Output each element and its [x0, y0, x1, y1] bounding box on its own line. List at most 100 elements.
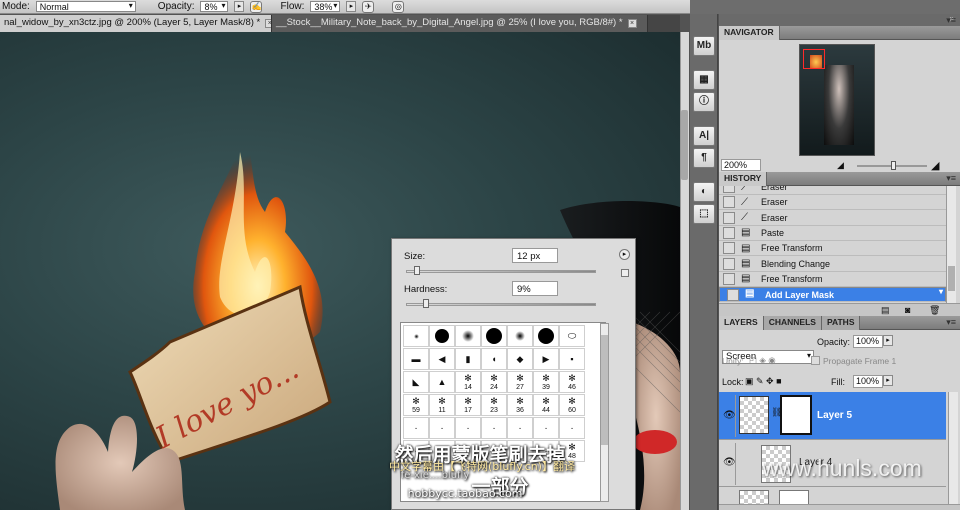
new-document-icon[interactable]: ▤: [881, 305, 890, 316]
close-icon[interactable]: ×: [265, 19, 271, 28]
brush-tip[interactable]: ▮: [455, 348, 481, 370]
image-icon[interactable]: ▦: [693, 70, 715, 90]
airbrush-icon[interactable]: ✈: [362, 0, 375, 13]
layer-mask-thumbnail[interactable]: [780, 395, 812, 435]
clone-source-icon[interactable]: ⬚: [693, 204, 715, 224]
brush-tip[interactable]: ◆: [507, 348, 533, 370]
panel-menu-icon[interactable]: ▾≡: [946, 173, 956, 184]
propagate-checkbox[interactable]: [811, 356, 820, 365]
zoom-input[interactable]: 200%: [721, 159, 761, 171]
brush-tip[interactable]: ◖: [481, 348, 507, 370]
history-source-checkbox[interactable]: [727, 288, 739, 301]
history-item[interactable]: ⟋ Eraser: [719, 195, 946, 211]
brush-tip[interactable]: ✻ 11: [429, 394, 455, 416]
trash-icon[interactable]: 🗑: [929, 305, 940, 316]
opacity-slider-button[interactable]: ▸: [234, 1, 245, 12]
brush-tip[interactable]: ◣: [403, 371, 429, 393]
zoom-out-icon[interactable]: ◢: [837, 160, 844, 171]
paragraph-icon[interactable]: ¶: [693, 148, 715, 168]
fill-slider-button[interactable]: ▸: [883, 375, 893, 386]
hardness-slider-knob[interactable]: [423, 299, 430, 308]
brush-tip[interactable]: ✻ 60: [559, 394, 585, 416]
mode-select[interactable]: Normal: [35, 1, 136, 12]
brush-tip[interactable]: [429, 325, 455, 347]
history-source-checkbox[interactable]: [723, 226, 735, 239]
brush-tip[interactable]: ▶: [533, 348, 559, 370]
history-item[interactable]: ▤ Add Layer Mask: [719, 287, 946, 303]
history-item[interactable]: ▤ Paste: [719, 226, 946, 241]
history-source-checkbox[interactable]: [723, 242, 735, 255]
brush-grid-scroll-thumb[interactable]: [601, 335, 608, 445]
eye-icon[interactable]: 👁: [723, 410, 736, 421]
history-item[interactable]: ⟋ Eraser: [719, 186, 946, 195]
layer-thumbnail[interactable]: [739, 396, 769, 434]
brush-tip[interactable]: ✻ 17: [455, 394, 481, 416]
size-slider-knob[interactable]: [413, 266, 420, 275]
brush-tip[interactable]: ⬭: [559, 325, 585, 347]
history-scroll-thumb[interactable]: [948, 266, 955, 291]
brush-tip[interactable]: ✻ 24: [481, 371, 507, 393]
new-preset-icon[interactable]: [621, 269, 629, 277]
tab-nal-widow[interactable]: nal_widow_by_xn3ctz.jpg @ 200% (Layer 5,…: [0, 15, 272, 32]
close-icon[interactable]: ×: [627, 19, 637, 28]
history-source-checkbox[interactable]: [723, 272, 735, 285]
history-source-checkbox[interactable]: [723, 196, 735, 209]
layer-opacity-slider-button[interactable]: ▸: [883, 335, 893, 346]
tab-history[interactable]: HISTORY: [719, 172, 768, 186]
history-scrollbar[interactable]: [946, 186, 956, 303]
brush-tip[interactable]: [507, 325, 533, 347]
brush-tip[interactable]: ·: [481, 417, 507, 439]
canvas-vertical-scrollbar[interactable]: [680, 32, 689, 510]
tab-military-note[interactable]: __Stock__Military_Note_back_by_Digital_A…: [272, 15, 648, 32]
brush-tip[interactable]: ✻ 39: [533, 371, 559, 393]
brush-tip[interactable]: ✻ 44: [533, 394, 559, 416]
flow-slider-button[interactable]: ▸: [346, 1, 357, 12]
new-snapshot-icon[interactable]: ◙: [905, 305, 910, 315]
navigator-view-box[interactable]: [803, 49, 825, 69]
layer-row[interactable]: 👁 ⛓ Layer 5: [719, 392, 946, 440]
layer-opacity-input[interactable]: 100%: [853, 335, 883, 348]
panel-collapse-bar[interactable]: »: [719, 14, 960, 26]
brush-tip[interactable]: ✻ 46: [559, 371, 585, 393]
zoom-in-icon[interactable]: ◢: [931, 159, 939, 172]
history-source-checkbox[interactable]: [723, 257, 735, 270]
brush-tip[interactable]: ·: [533, 417, 559, 439]
mini-bridge-icon[interactable]: Mb: [693, 36, 715, 56]
brush-tip[interactable]: ·: [429, 417, 455, 439]
brush-tip[interactable]: ·: [455, 417, 481, 439]
brush-tip[interactable]: ✻ 36: [507, 394, 533, 416]
tab-navigator[interactable]: NAVIGATOR: [719, 26, 780, 40]
brush-tip[interactable]: [533, 325, 559, 347]
brush-tip[interactable]: ✻ 14: [455, 371, 481, 393]
history-item[interactable]: ⟋ Eraser: [719, 211, 946, 226]
hardness-slider[interactable]: [406, 303, 596, 306]
opacity-input[interactable]: 8%: [200, 1, 229, 12]
brush-tip[interactable]: ·: [403, 417, 429, 439]
picker-menu-icon[interactable]: ▸: [619, 249, 630, 260]
tab-paths[interactable]: PATHS: [821, 316, 861, 330]
fill-input[interactable]: 100%: [853, 375, 883, 388]
tab-layers[interactable]: LAYERS: [719, 316, 764, 330]
brush-tip[interactable]: ·: [559, 417, 585, 439]
brush-tip[interactable]: ·: [507, 417, 533, 439]
brush-tip[interactable]: ✻ 59: [403, 394, 429, 416]
brush-tip[interactable]: ✻ 23: [481, 394, 507, 416]
brush-tip[interactable]: [481, 325, 507, 347]
history-item[interactable]: ▤ Free Transform: [719, 272, 946, 287]
info-icon[interactable]: ⓘ: [693, 92, 715, 112]
brush-tip[interactable]: ▪: [559, 348, 585, 370]
scrollbar-thumb[interactable]: [681, 110, 688, 180]
brush-tip[interactable]: ▬: [403, 348, 429, 370]
brush-tip[interactable]: [455, 325, 481, 347]
brush-tip[interactable]: ▲: [429, 371, 455, 393]
eye-icon[interactable]: 👁: [723, 457, 736, 468]
zoom-slider-knob[interactable]: [891, 161, 896, 170]
layers-scrollbar[interactable]: [948, 392, 958, 504]
hardness-input[interactable]: 9%: [512, 281, 558, 296]
size-slider[interactable]: [406, 270, 596, 273]
navigator-thumbnail[interactable]: [799, 44, 875, 156]
brush-presets-icon[interactable]: ◐: [693, 182, 715, 202]
unify-icons[interactable]: ◰ ◈ ◉: [749, 355, 776, 366]
tab-channels[interactable]: CHANNELS: [763, 316, 822, 330]
size-input[interactable]: 12 px: [512, 248, 558, 263]
